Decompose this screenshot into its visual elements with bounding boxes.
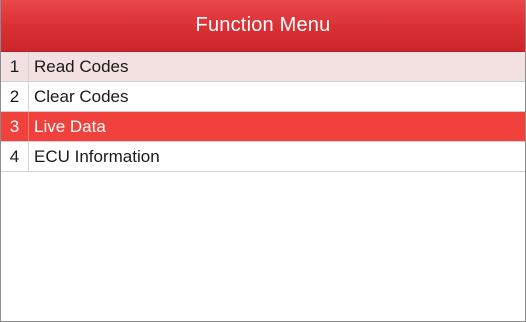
title-bar: Function Menu [1, 0, 525, 52]
menu-item-live-data[interactable]: 3 Live Data [1, 112, 525, 142]
function-menu-list: 1 Read Codes 2 Clear Codes 3 Live Data 4… [1, 52, 525, 172]
menu-item-number: 1 [1, 52, 29, 81]
menu-item-label: Read Codes [34, 56, 129, 76]
menu-item-clear-codes[interactable]: 2 Clear Codes [1, 82, 525, 112]
menu-item-label: ECU Information [34, 146, 160, 166]
menu-item-ecu-information[interactable]: 4 ECU Information [1, 142, 525, 172]
function-menu-screen: Function Menu 1 Read Codes 2 Clear Codes… [0, 0, 526, 322]
page-title: Function Menu [195, 14, 331, 36]
menu-item-label: Live Data [34, 116, 106, 136]
menu-item-label: Clear Codes [34, 86, 129, 106]
menu-item-number: 2 [1, 82, 29, 111]
menu-item-read-codes[interactable]: 1 Read Codes [1, 52, 525, 82]
menu-item-number: 3 [1, 112, 29, 141]
menu-item-number: 4 [1, 142, 29, 171]
